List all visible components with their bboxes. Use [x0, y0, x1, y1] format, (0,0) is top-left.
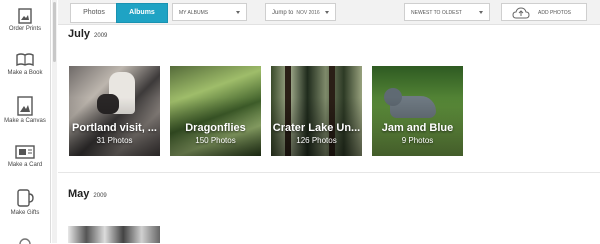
- add-photos-label: ADD PHOTOS: [538, 10, 571, 16]
- albums-toolbar: Photos Albums MY ALBUMS Jump to NOV 2016 …: [58, 0, 600, 25]
- card-icon: [15, 145, 35, 159]
- make-card-label: Make a Card: [7, 162, 43, 168]
- section-month: July: [68, 28, 91, 40]
- add-photos-button[interactable]: ADD PHOTOS: [501, 3, 587, 21]
- make-book-label: Make a Book: [7, 70, 43, 76]
- make-book-button[interactable]: Make a Book: [0, 52, 50, 76]
- album-photo-count: 150 Photos: [195, 136, 236, 145]
- album-card[interactable]: Crater Lake Un... 126 Photos: [271, 66, 362, 156]
- order-prints-label: Order Prints: [8, 26, 42, 32]
- album-photo-count: 126 Photos: [296, 136, 337, 145]
- jump-to-dropdown[interactable]: Jump to NOV 2016: [265, 3, 336, 21]
- album-photo-count: 31 Photos: [96, 136, 133, 145]
- project-rail: Order Prints Make a Book Make a Canvas M…: [0, 0, 51, 244]
- album-card[interactable]: Jam and Blue 9 Photos: [372, 66, 463, 156]
- section-month: May: [68, 188, 90, 200]
- album-photo-count: 9 Photos: [401, 136, 434, 145]
- mug-icon: [17, 189, 34, 207]
- album-title: Dragonflies: [185, 122, 246, 134]
- cloud-upload-icon: [512, 7, 530, 19]
- album-title: Jam and Blue: [381, 122, 454, 134]
- album-card[interactable]: Dragonflies 150 Photos: [170, 66, 261, 156]
- albums-filter-dropdown[interactable]: MY ALBUMS: [172, 3, 247, 21]
- book-icon: [16, 53, 34, 67]
- tab-photos[interactable]: Photos: [70, 3, 117, 23]
- album-card[interactable]: [68, 226, 160, 243]
- section-header-july: July 2009: [68, 28, 107, 40]
- sort-order-value: NEWEST TO OLDEST: [411, 10, 462, 16]
- tab-albums[interactable]: Albums: [116, 3, 168, 23]
- scrollbar-thumb[interactable]: [53, 2, 56, 62]
- album-card[interactable]: Portland visit, ... 31 Photos: [69, 66, 160, 156]
- section-year: 2009: [93, 193, 107, 199]
- rail-scrollbar[interactable]: [52, 0, 57, 243]
- canvas-icon: [17, 96, 33, 116]
- photo-icon: [18, 8, 32, 24]
- make-card-button[interactable]: Make a Card: [0, 144, 50, 168]
- section-divider: [58, 172, 600, 173]
- sort-order-dropdown[interactable]: NEWEST TO OLDEST: [404, 3, 490, 21]
- chevron-down-icon: [236, 11, 240, 14]
- make-gifts-button[interactable]: Make Gifts: [0, 188, 50, 216]
- album-title: Portland visit, ...: [72, 122, 157, 134]
- make-canvas-label: Make a Canvas: [4, 118, 46, 124]
- album-title: Crater Lake Un...: [272, 122, 361, 134]
- make-gifts-label: Make Gifts: [10, 210, 40, 216]
- chevron-down-icon: [325, 11, 329, 14]
- make-canvas-button[interactable]: Make a Canvas: [0, 96, 50, 124]
- jump-to-label: Jump to: [272, 10, 294, 16]
- section-year: 2009: [94, 33, 108, 39]
- section-header-may: May 2009: [68, 188, 107, 200]
- order-prints-button[interactable]: Order Prints: [0, 8, 50, 32]
- chevron-down-icon: [479, 11, 483, 14]
- jump-to-value: NOV 2016: [296, 10, 320, 16]
- albums-filter-value: MY ALBUMS: [179, 10, 209, 16]
